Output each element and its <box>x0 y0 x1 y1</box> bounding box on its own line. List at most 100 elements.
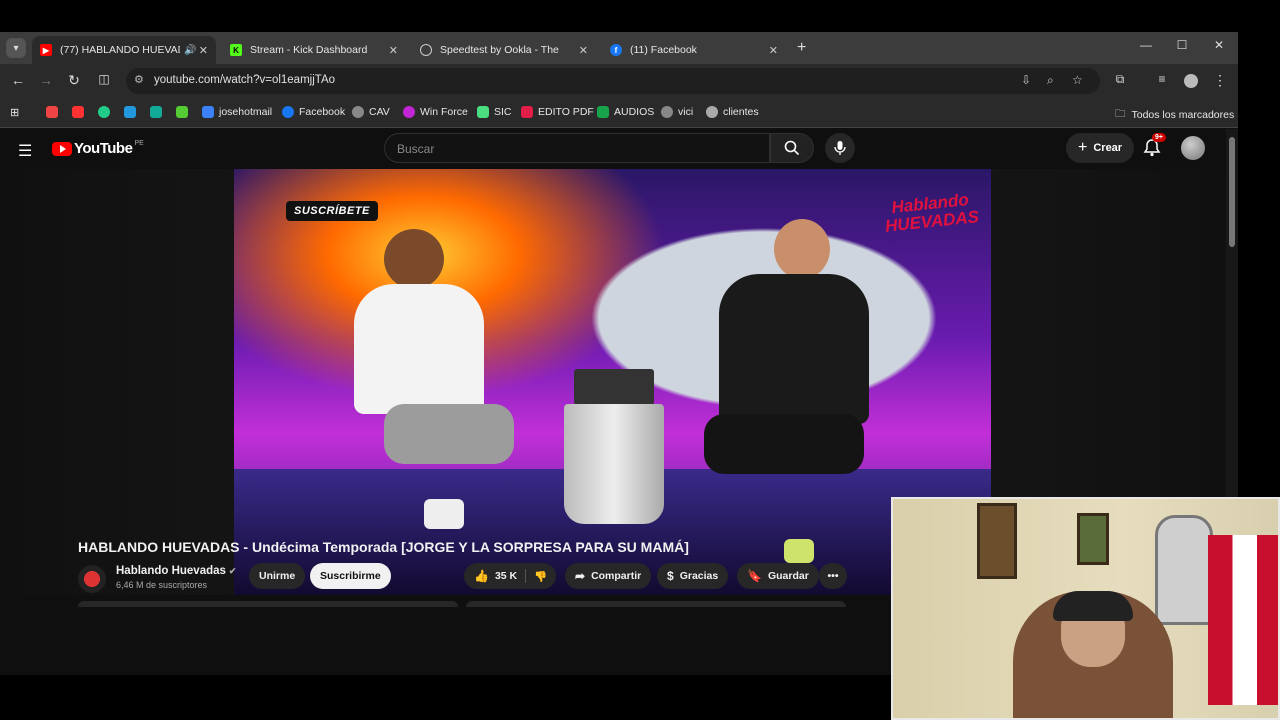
site-info-icon[interactable]: ⚙ <box>134 73 144 86</box>
bookmark-3[interactable] <box>98 106 115 118</box>
thanks-button[interactable]: $ Gracias <box>657 563 729 589</box>
search-button[interactable] <box>770 133 814 163</box>
tab-youtube[interactable]: ▶ (77) HABLANDO HUEVADAS 🔊 ✕ <box>32 36 216 64</box>
bookmark-favicon-icon <box>124 106 136 118</box>
join-button[interactable]: Unirme <box>249 563 306 589</box>
reload-icon[interactable]: ↻ <box>64 72 84 89</box>
tab-facebook[interactable]: f (11) Facebook ✕ <box>602 36 786 64</box>
host-right-pants <box>704 414 864 474</box>
host-right-shoe <box>784 539 814 563</box>
close-tab-icon[interactable]: ✕ <box>769 44 778 57</box>
create-button[interactable]: + Crear <box>1066 133 1135 163</box>
address-bar[interactable]: ⚙ youtube.com/watch?v=ol1eamjjTAo ⇩ ⌕ ☆ <box>126 68 1100 94</box>
video-player[interactable]: SUSCRÍBETE Hablando HUEVADAS <box>234 169 991 595</box>
speaker-icon[interactable]: 🔊 <box>184 45 196 56</box>
bookmark-sic[interactable]: SIC <box>477 106 512 118</box>
host-left-shorts <box>384 404 514 464</box>
browser-toolbar: ← → ↻ ◫ ⚙ youtube.com/watch?v=ol1eamjjTA… <box>0 64 1238 98</box>
tab-title: Stream - Kick Dashboard <box>250 44 368 56</box>
voice-search-button[interactable] <box>825 133 855 163</box>
webcam-overlay <box>891 497 1280 720</box>
bookmark-clientes[interactable]: clientes <box>706 106 759 118</box>
thanks-label: Gracias <box>679 570 719 582</box>
bookmark-edito-pdf[interactable]: EDITO PDF <box>521 106 594 118</box>
account-avatar[interactable] <box>1181 136 1205 160</box>
outlook-favicon-icon <box>202 106 214 118</box>
bookmark-facebook[interactable]: Facebook <box>282 106 345 118</box>
bookmark-josehotmail[interactable]: josehotmail <box>202 106 272 118</box>
plus-icon: + <box>1078 139 1088 156</box>
close-window-icon[interactable]: ✕ <box>1209 38 1229 52</box>
bookmark-1[interactable] <box>46 106 63 118</box>
divider <box>525 569 526 583</box>
bookmark-icon: 🔖 <box>747 569 762 583</box>
notifications-badge: 9+ <box>1152 133 1166 142</box>
facebook-favicon-icon <box>282 106 294 118</box>
new-tab-icon[interactable]: + <box>797 39 806 57</box>
table <box>564 404 664 524</box>
maps-favicon-icon <box>98 106 110 118</box>
checkmark-favicon-icon <box>176 106 188 118</box>
channel-avatar[interactable] <box>78 565 106 593</box>
bookmark-label: CAV <box>369 106 390 118</box>
extensions-icon[interactable]: ⧉ <box>1110 72 1130 87</box>
profile-icon[interactable] <box>1184 74 1198 88</box>
streamer-hair <box>1053 591 1133 621</box>
thumbs-down-icon[interactable]: 👎 <box>534 570 547 583</box>
subscribe-button[interactable]: Suscribirme <box>310 563 391 589</box>
back-icon[interactable]: ← <box>8 72 28 88</box>
search-box[interactable] <box>384 133 770 164</box>
share-button[interactable]: ➦ Compartir <box>565 563 652 589</box>
join-label: Unirme <box>259 570 296 582</box>
bookmark-label: SIC <box>494 106 512 118</box>
like-count[interactable]: 35 K <box>495 570 517 582</box>
split-view-icon[interactable]: ◫ <box>94 72 114 86</box>
save-label: Guardar <box>767 570 809 582</box>
close-tab-icon[interactable]: ✕ <box>579 44 588 57</box>
scrollbar-thumb[interactable] <box>1229 137 1235 247</box>
hamburger-menu-icon[interactable]: ☰ <box>18 141 32 161</box>
channel-name[interactable]: Hablando Huevadas ✔ <box>116 565 236 577</box>
bookmark-4[interactable] <box>124 106 141 118</box>
forward-icon[interactable]: → <box>36 72 56 88</box>
folder-icon: 🗀 <box>1115 108 1126 120</box>
bookmark-6[interactable] <box>176 106 193 118</box>
media-control-icon[interactable]: ≡ <box>1152 72 1172 86</box>
tab-kick[interactable]: K Stream - Kick Dashboard ✕ <box>222 36 406 64</box>
audio-favicon-icon <box>597 106 609 118</box>
search-icon <box>784 140 800 156</box>
bookmark-2[interactable] <box>72 106 89 118</box>
minimize-icon[interactable]: — <box>1136 38 1156 52</box>
tab-search-icon[interactable]: ▾ <box>6 38 26 58</box>
bookmark-vici[interactable]: vici <box>661 106 693 118</box>
bookmark-cav[interactable]: CAV <box>352 106 390 118</box>
bookmark-label: AUDIOS <box>614 106 655 118</box>
comments-box-edge[interactable] <box>466 601 846 607</box>
bookmark-star-icon[interactable]: ☆ <box>1072 73 1083 87</box>
bookmark-audios[interactable]: AUDIOS <box>597 106 654 118</box>
screen: ▾ ▶ (77) HABLANDO HUEVADAS 🔊 ✕ K Stream … <box>0 0 1280 720</box>
host-right-shirt <box>719 274 869 424</box>
youtube-logo[interactable]: YouTube PE <box>52 140 144 157</box>
search-input[interactable] <box>385 134 769 164</box>
tab-speedtest[interactable]: Speedtest by Ookla - The Global ✕ <box>412 36 596 64</box>
install-icon[interactable]: ⇩ <box>1021 73 1031 87</box>
all-bookmarks-label: Todos los marcadores <box>1131 109 1235 121</box>
zoom-icon[interactable]: ⌕ <box>1047 73 1054 88</box>
save-button[interactable]: 🔖 Guardar <box>737 563 819 589</box>
sic-favicon-icon <box>477 106 489 118</box>
all-bookmarks[interactable]: 🗀 Todos los marcadores <box>1115 106 1234 124</box>
close-tab-icon[interactable]: ✕ <box>389 44 398 57</box>
url-text[interactable]: youtube.com/watch?v=ol1eamjjTAo <box>154 74 335 86</box>
maximize-icon[interactable]: ☐ <box>1172 38 1192 52</box>
youtube-favicon-icon <box>72 106 84 118</box>
close-tab-icon[interactable]: ✕ <box>199 44 208 57</box>
menu-kebab-icon[interactable]: ⋮ <box>1210 72 1230 89</box>
more-actions-button[interactable]: ••• <box>819 563 847 589</box>
description-box-edge[interactable] <box>78 601 458 607</box>
bookmark-5[interactable] <box>150 106 167 118</box>
thumbs-up-icon[interactable]: 👍 <box>474 569 489 583</box>
bookmark-win-force[interactable]: Win Force <box>403 106 468 118</box>
tab-title: (77) HABLANDO HUEVADAS <box>60 44 180 56</box>
apps-grid-icon[interactable]: ⊞ <box>10 106 19 119</box>
